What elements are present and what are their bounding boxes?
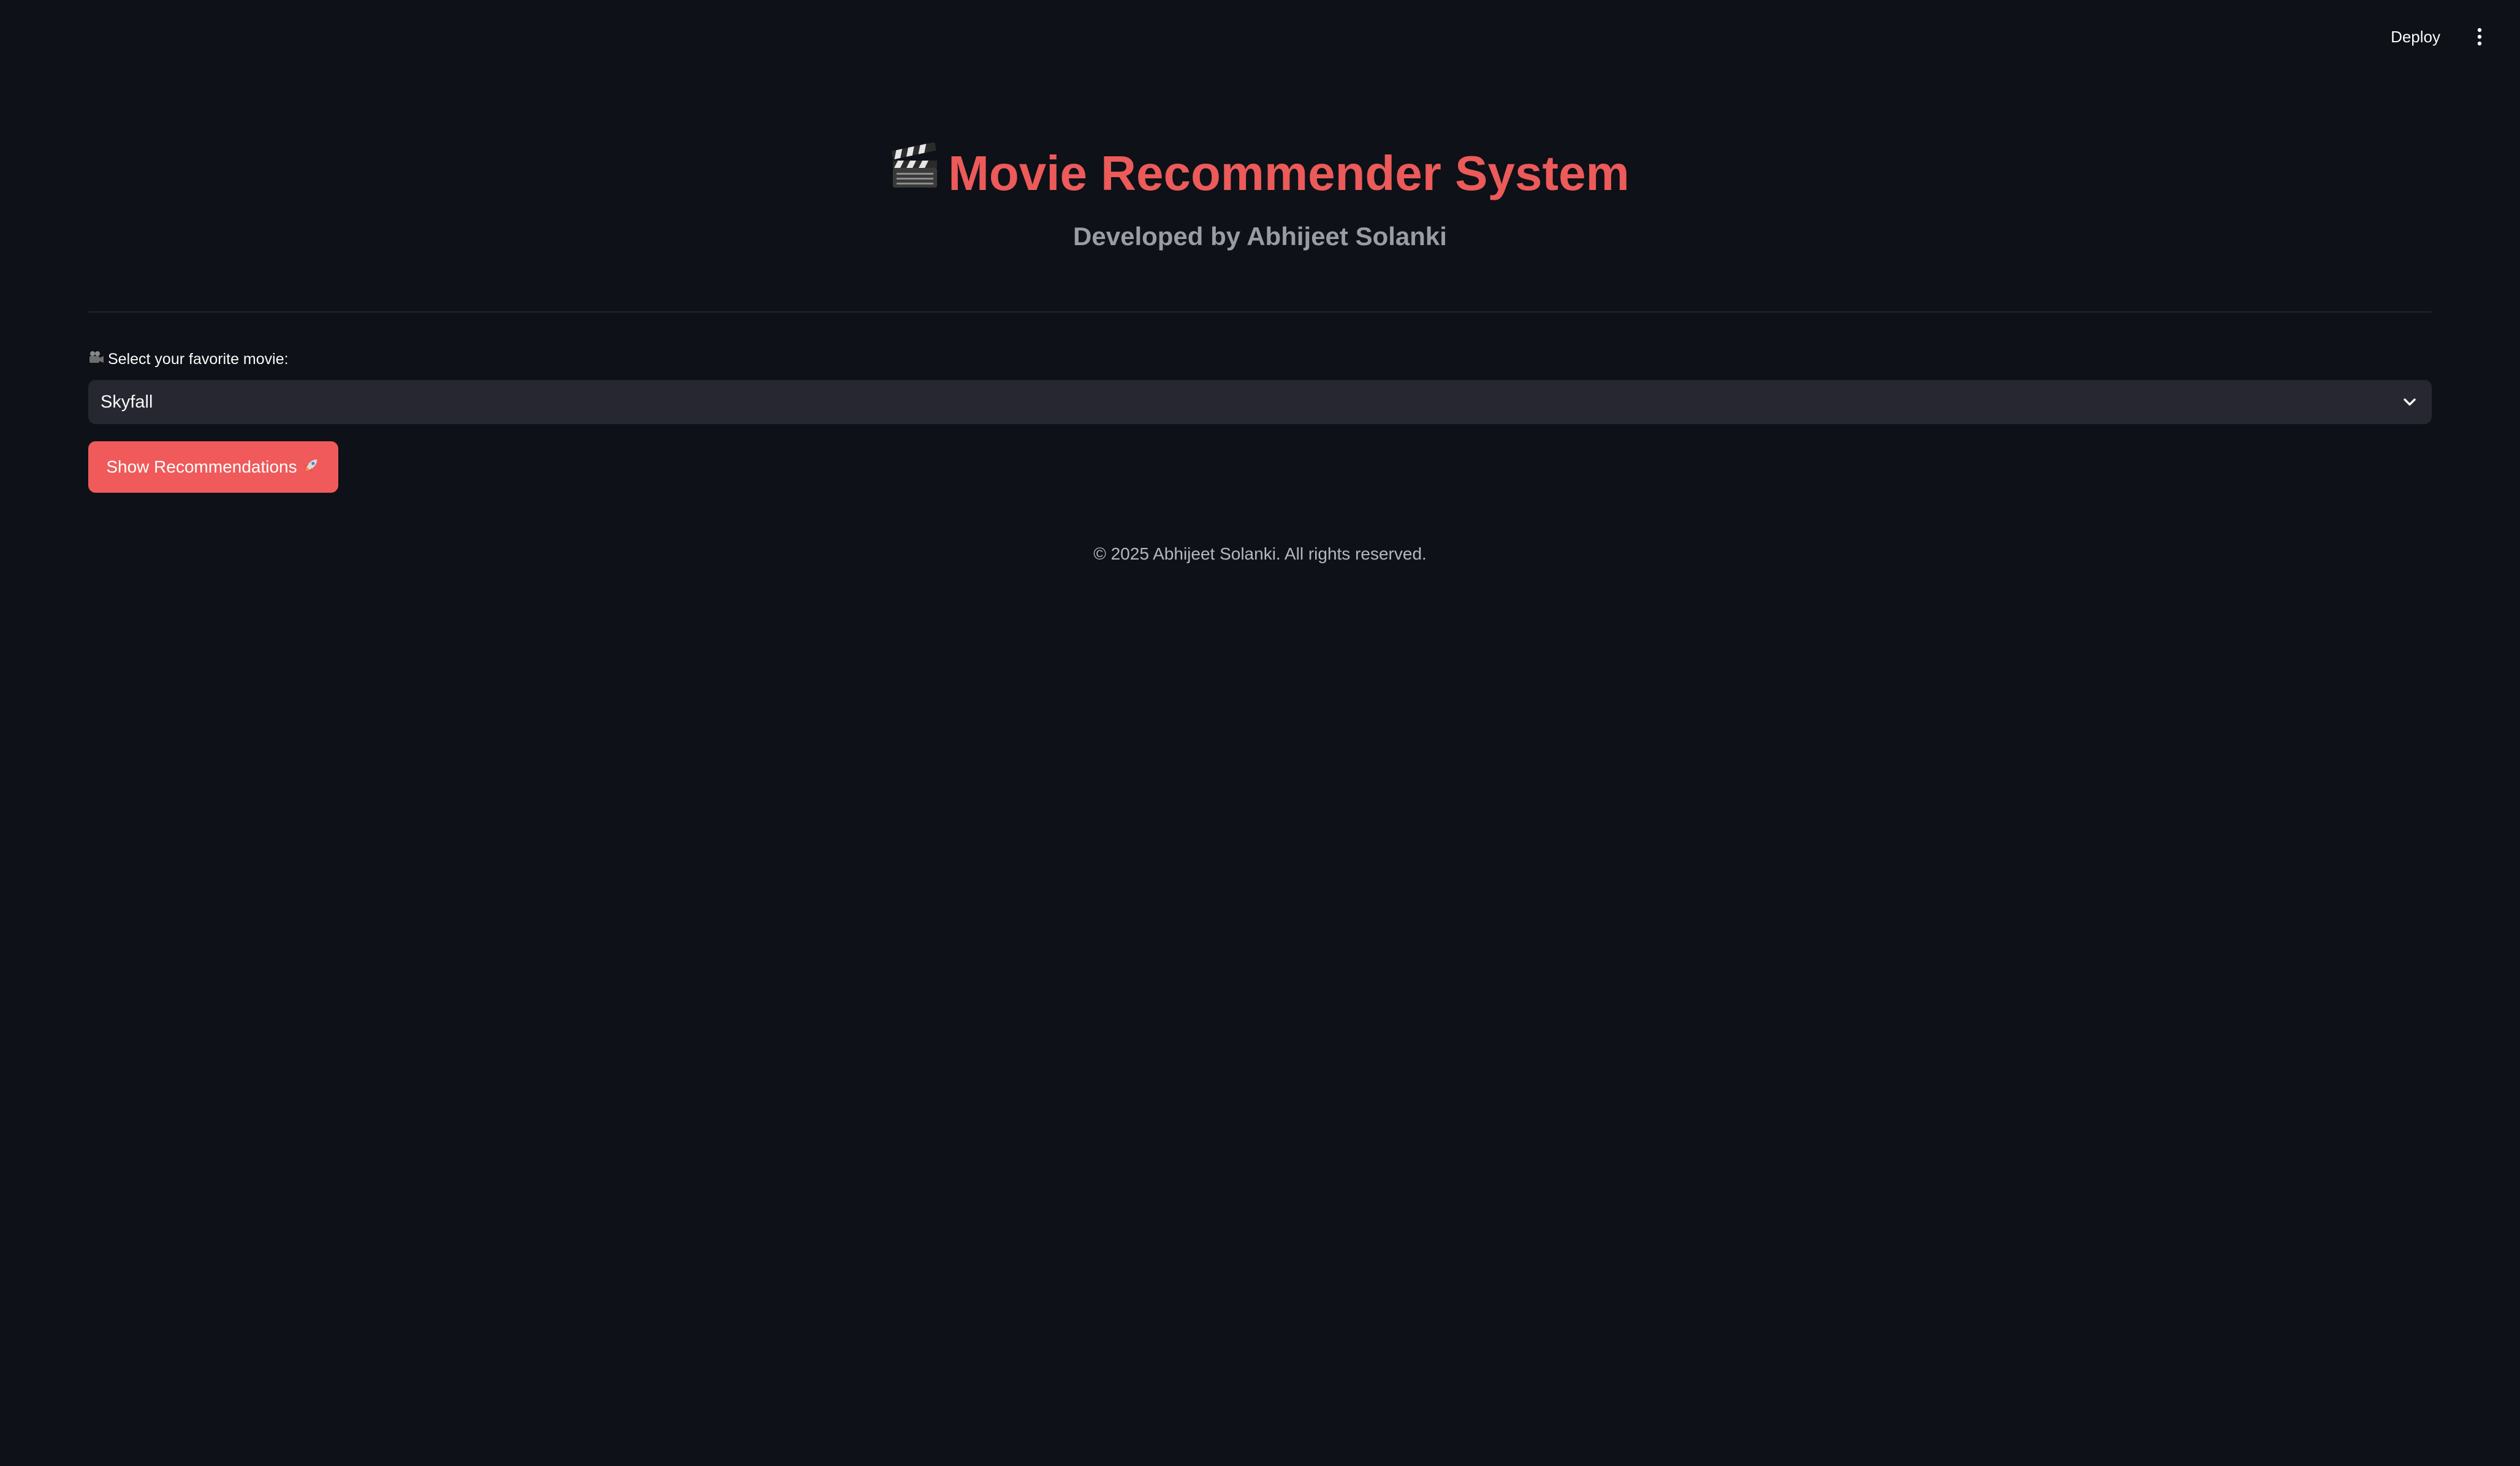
rocket-icon [302, 456, 321, 479]
divider [88, 311, 2432, 313]
header-toolbar: Deploy [2377, 0, 2520, 74]
movie-camera-icon [88, 351, 104, 368]
show-recommendations-button[interactable]: Show Recommendations [88, 441, 338, 493]
movie-select-value: Skyfall [101, 392, 153, 412]
page-title: Movie Recommender System [88, 140, 2432, 211]
main-menu-button[interactable] [2466, 23, 2493, 50]
movie-select-label: Select your favorite movie: [88, 351, 289, 368]
app-root: Deploy Movie Recommender System Develope… [0, 0, 2520, 1466]
chevron-down-icon[interactable] [2402, 397, 2417, 407]
title-text: Movie Recommender System [948, 146, 1630, 200]
clapper-board-icon [890, 139, 939, 206]
movie-select[interactable]: Skyfall [88, 380, 2432, 424]
show-recommendations-label: Show Recommendations [106, 457, 297, 476]
vertical-ellipsis-icon [2477, 28, 2482, 46]
subtitle: Developed by Abhijeet Solanki [1073, 222, 1447, 251]
copyright-footer: © 2025 Abhijeet Solanki. All rights rese… [1093, 544, 1427, 563]
deploy-button[interactable]: Deploy [2377, 19, 2454, 55]
movie-select-label-text: Select your favorite movie: [108, 351, 289, 368]
